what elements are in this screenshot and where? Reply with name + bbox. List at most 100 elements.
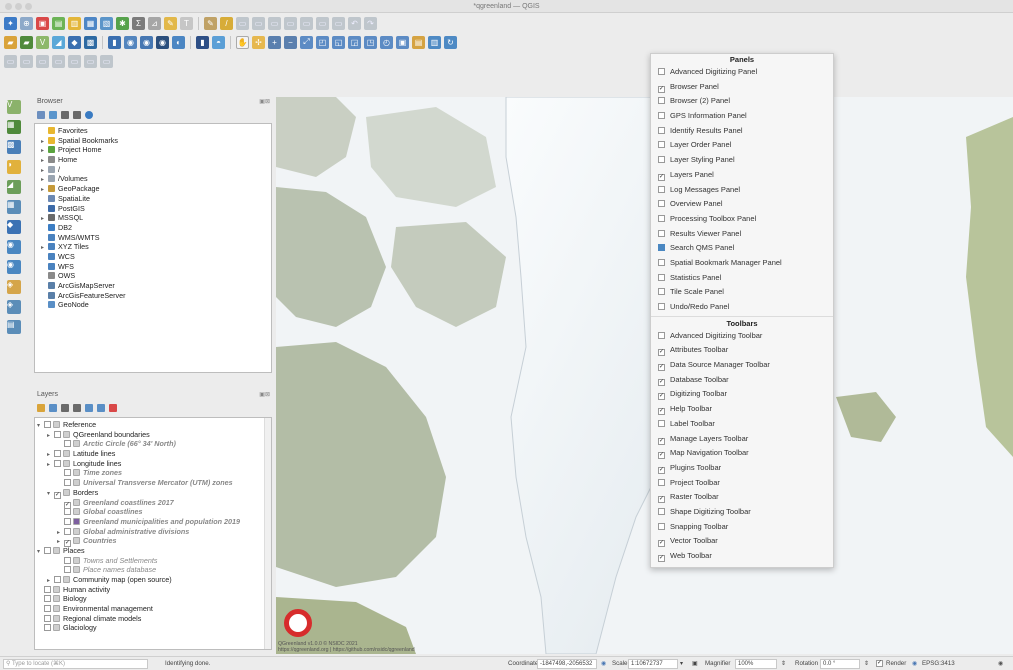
map-canvas[interactable]: QGreenland v1.0.0 © NSIDC 2021 https://q… <box>276 97 1013 654</box>
refresh-browser-icon[interactable] <box>49 110 57 119</box>
edit-pencil-icon[interactable]: ✎ <box>204 16 217 30</box>
menu-checkbox[interactable] <box>658 273 665 281</box>
layer-checkbox[interactable] <box>54 576 61 583</box>
menu-checkbox[interactable] <box>658 507 665 515</box>
undo-icon[interactable]: ↶ <box>348 16 361 30</box>
browser-item[interactable]: ▸ / <box>35 165 271 175</box>
layer-checkbox[interactable] <box>64 469 71 477</box>
browser-item[interactable]: GeoNode <box>35 300 271 310</box>
browser-item[interactable]: PostGIS <box>35 204 271 214</box>
menu-item[interactable]: Advanced Digitizing Toolbar <box>651 329 833 344</box>
redo-icon[interactable]: ↷ <box>364 16 377 30</box>
layer-item[interactable]: Global coastlines <box>35 507 271 517</box>
filter-icon[interactable] <box>61 110 69 119</box>
zoom-in-icon[interactable]: + <box>268 35 281 49</box>
toolbox-icon[interactable]: ✱ <box>116 16 129 30</box>
close-window-icon[interactable] <box>5 3 12 10</box>
menu-checkbox[interactable]: ✓ <box>658 364 665 372</box>
layer-item[interactable]: ▸ Community map (open source) <box>35 575 271 585</box>
layer-item[interactable]: ▸ Global administrative divisions <box>35 527 271 537</box>
menu-item[interactable]: ✓ Browser Panel <box>651 80 833 95</box>
rotate-label-icon[interactable]: ▭ <box>68 54 81 68</box>
field-calc-icon[interactable]: ▧ <box>100 16 113 30</box>
search-qms-icon[interactable] <box>658 244 665 252</box>
menu-item[interactable]: Snapping Toolbar <box>651 520 833 535</box>
vertex-tool-icon[interactable]: ▭ <box>268 16 281 30</box>
remove-layer-icon[interactable] <box>109 403 117 412</box>
browser-item[interactable]: ArcGisFeatureServer <box>35 291 271 301</box>
panel-close-icon[interactable]: ▣⊠ <box>259 96 270 108</box>
menu-item[interactable]: ✓ Raster Toolbar <box>651 490 833 505</box>
layer-checkbox[interactable] <box>44 605 51 613</box>
layer-item[interactable]: ✓ Greenland coastlines 2017 <box>35 498 271 509</box>
layer-checkbox[interactable] <box>54 430 61 438</box>
menu-checkbox[interactable] <box>658 419 665 427</box>
layer-checkbox[interactable] <box>54 450 61 458</box>
add-vector-icon[interactable]: ▰ <box>4 35 17 49</box>
python-icon[interactable]: ◉ <box>156 35 169 49</box>
menu-item[interactable]: ✓ Map Navigation Toolbar <box>651 446 833 461</box>
menu-checkbox[interactable] <box>658 229 665 237</box>
locate-input[interactable]: ⚲ Type to locate (⌘K) <box>3 659 148 669</box>
layer-item[interactable]: Towns and Settlements <box>35 556 271 566</box>
menu-checkbox[interactable] <box>658 141 665 149</box>
browser-item[interactable]: ▸ MSSQL <box>35 213 271 223</box>
add-raster-layer-icon[interactable]: ▦ <box>7 120 21 134</box>
map-tips-icon[interactable]: ✎ <box>164 16 177 30</box>
browser-item[interactable]: Favorites <box>35 126 271 136</box>
menu-item[interactable]: ✓ Web Toolbar <box>651 549 833 564</box>
add-db2-icon[interactable]: ▦ <box>7 200 21 214</box>
add-wfs-layer-icon[interactable]: ◉ <box>7 260 21 274</box>
rotation-field[interactable]: 0.0 ° <box>820 659 860 669</box>
new-print-layout-icon[interactable]: ▮ <box>196 35 209 49</box>
layer-item[interactable]: Universal Transverse Mercator (UTM) zone… <box>35 478 271 488</box>
layer-checkbox[interactable] <box>64 508 71 516</box>
layer-item[interactable]: Arctic Circle (66° 34' North) <box>35 439 271 449</box>
menu-item[interactable]: ✓ Vector Toolbar <box>651 534 833 549</box>
open-styling-icon[interactable] <box>37 403 45 412</box>
attribute-table-icon[interactable]: ▦ <box>84 16 97 30</box>
menu-checkbox[interactable] <box>658 522 665 530</box>
layer-checkbox[interactable] <box>64 566 71 574</box>
add-mesh-icon[interactable]: ▩ <box>7 140 21 154</box>
layer-item[interactable]: ▾ ✓ Borders <box>35 488 271 499</box>
browser-item[interactable]: ▸ Spatial Bookmarks <box>35 136 271 146</box>
pin-labels-icon[interactable]: ▭ <box>20 54 33 68</box>
browser-item[interactable]: WCS <box>35 252 271 262</box>
menu-checkbox[interactable] <box>658 112 665 120</box>
zoom-next-icon[interactable]: ◴ <box>380 35 393 49</box>
text-annotation-icon[interactable]: T <box>180 16 193 30</box>
minimize-window-icon[interactable] <box>15 3 22 10</box>
toggle-editing-icon[interactable]: / <box>220 16 233 30</box>
layer-checkbox[interactable] <box>44 595 51 603</box>
browser-item[interactable]: WMS/WMTS <box>35 233 271 243</box>
identify-icon[interactable]: ✦ <box>4 16 17 30</box>
layers-tree[interactable]: ▾ Reference ▸ QGreenland boundaries Arctic C… <box>34 417 272 650</box>
layer-item[interactable]: ▸ ✓ Countries <box>35 536 271 548</box>
browser-item[interactable]: OWS <box>35 271 271 281</box>
browser-item[interactable]: ▸ Project Home <box>35 145 271 155</box>
menu-checkbox[interactable] <box>658 331 665 339</box>
browser-item[interactable]: ▸ Home <box>35 155 271 165</box>
toggle-extents-icon[interactable]: ◉ <box>601 657 606 670</box>
scale-dropdown-icon[interactable]: ▾ <box>680 657 683 670</box>
add-wms-layer-icon[interactable]: ◆ <box>7 220 21 234</box>
menu-checkbox[interactable]: ✓ <box>658 393 665 401</box>
menu-checkbox[interactable] <box>658 258 665 266</box>
measure-icon[interactable]: ⊿ <box>148 16 161 30</box>
layer-item[interactable]: Glaciology <box>35 623 271 633</box>
menu-checkbox[interactable]: ✓ <box>658 496 665 504</box>
label-tool-icon[interactable]: ▭ <box>4 54 17 68</box>
pan-to-selection-icon[interactable]: ✢ <box>252 35 265 49</box>
menu-item[interactable]: Search QMS Panel <box>651 241 833 256</box>
menu-item[interactable]: ✓ Manage Layers Toolbar <box>651 432 833 447</box>
layer-checkbox[interactable] <box>44 546 51 554</box>
add-virtual-layer-icon[interactable]: ◈ <box>7 280 21 294</box>
browser-tree[interactable]: Favorites ▸ Spatial Bookmarks ▸ Project Home… <box>34 123 272 373</box>
add-wms-icon[interactable]: ▩ <box>84 35 97 49</box>
select-icon[interactable]: ▣ <box>36 16 49 30</box>
layer-item[interactable]: Environmental management <box>35 604 271 614</box>
browser-item[interactable]: WFS <box>35 262 271 272</box>
copy-icon[interactable]: ▭ <box>316 16 329 30</box>
layer-item[interactable]: Human activity <box>35 585 271 595</box>
